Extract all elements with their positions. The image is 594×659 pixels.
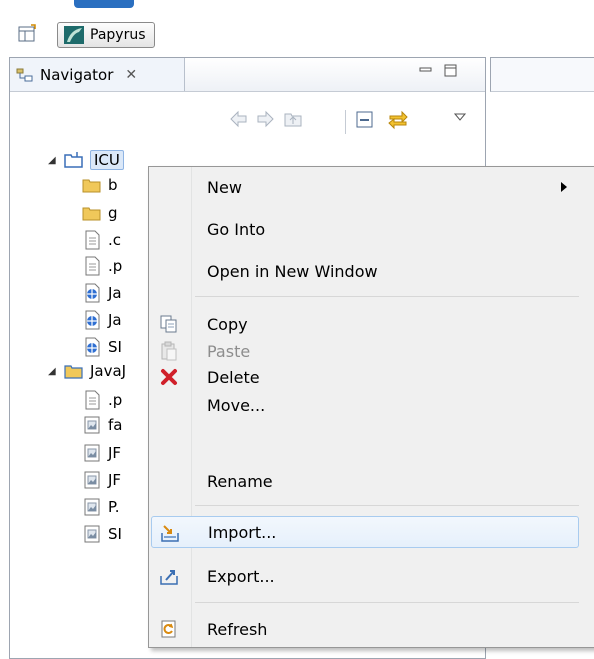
menu-item-label: Refresh (207, 619, 268, 639)
tree-item[interactable]: .c (82, 227, 121, 253)
tree-item-label: P. (108, 498, 120, 516)
tree-item[interactable]: ◢ ICU (48, 147, 124, 173)
menu-item-label: New (207, 177, 242, 197)
tree-item-label: Ja (108, 311, 122, 329)
title-accent (74, 0, 134, 8)
close-icon[interactable]: ✕ (125, 67, 137, 83)
tree-item-label: JF (108, 444, 122, 462)
papyrus-icon (64, 26, 84, 44)
delete-icon (161, 369, 177, 385)
tree-item[interactable]: JF (82, 467, 121, 493)
menu-separator (195, 505, 579, 506)
tree-item-label: JavaJ (90, 362, 127, 380)
tree-item-label: Ja (108, 284, 122, 302)
expanded-arrow-icon[interactable]: ◢ (48, 366, 58, 377)
tree-item-label: b (108, 176, 118, 194)
menu-item-refresh[interactable]: Refresh (151, 613, 579, 645)
export-icon (160, 570, 178, 585)
image-file-icon (84, 416, 100, 434)
perspective-papyrus-button[interactable]: Papyrus (57, 22, 155, 48)
tree-item[interactable]: ◢ JavaJ (48, 358, 126, 384)
file-icon (85, 230, 100, 250)
navigator-icon (16, 68, 33, 81)
menu-item-import[interactable]: Import... (151, 516, 579, 548)
menu-item-label: Copy (207, 314, 248, 334)
menu-item-label: Move... (207, 395, 266, 415)
maximize-icon[interactable] (444, 64, 458, 78)
menu-item-label: Open in New Window (207, 261, 378, 281)
perspective-label: Papyrus (90, 27, 146, 43)
submenu-arrow-icon (561, 182, 567, 192)
menu-item-label: Delete (207, 367, 260, 387)
context-menu: New Go Into Open in New Window Copy Past… (148, 166, 594, 648)
image-file-icon (84, 444, 100, 462)
folder-icon (82, 179, 101, 193)
paste-icon (161, 341, 177, 361)
tree-item-label: .p (108, 391, 123, 409)
tab-label: Navigator (40, 65, 114, 84)
tree-item-label: SI (108, 525, 122, 543)
import-icon (161, 525, 179, 542)
file-icon (85, 256, 100, 276)
java-file-icon (85, 337, 100, 357)
tree-item[interactable]: .p (82, 387, 122, 413)
file-icon (85, 390, 100, 410)
tree-item[interactable]: SI (82, 521, 122, 547)
up-folder-icon[interactable] (282, 108, 304, 130)
java-file-icon (85, 283, 100, 303)
menu-item-label: Paste (207, 341, 251, 361)
tree-item[interactable]: P. (82, 494, 119, 520)
project-folder-icon (64, 152, 83, 168)
folder-icon (82, 207, 101, 221)
tree-item[interactable]: fa (82, 412, 122, 438)
tree-item-label: .p (108, 257, 123, 275)
tree-item-label: SI (108, 338, 122, 356)
tree-item[interactable]: b (82, 172, 118, 198)
menu-item-rename[interactable]: Rename (151, 465, 579, 497)
tree-item[interactable]: Ja (82, 280, 122, 306)
menu-item-go-into[interactable]: Go Into (151, 213, 579, 245)
editor-area-tab (490, 57, 594, 92)
menu-item-export[interactable]: Export... (151, 560, 579, 592)
menu-item-label: Export... (207, 566, 275, 586)
navigator-tabbar: Navigator ✕ (10, 58, 485, 92)
tree-item[interactable]: JF (82, 440, 121, 466)
forward-arrow-icon[interactable] (254, 108, 276, 130)
open-perspective-icon[interactable] (18, 24, 38, 44)
link-with-editor-icon[interactable] (387, 108, 409, 130)
tree-item[interactable]: SI (82, 334, 122, 360)
copy-icon (160, 315, 177, 333)
tree-item-label: .c (108, 231, 122, 249)
minimize-icon[interactable] (419, 64, 433, 78)
expanded-arrow-icon[interactable]: ◢ (48, 155, 58, 166)
tree-item[interactable]: g (82, 200, 118, 226)
menu-separator (195, 296, 579, 297)
toolbar-separator (345, 110, 346, 134)
menu-item-new[interactable]: New (151, 171, 579, 203)
tree-item[interactable]: .p (82, 253, 122, 279)
tree-item-label: JF (108, 471, 122, 489)
menu-item-open-in-new-window[interactable]: Open in New Window (151, 255, 579, 287)
image-file-icon (84, 525, 100, 543)
menu-item-move[interactable]: Move... (151, 389, 579, 421)
image-file-icon (84, 498, 100, 516)
tree-item-label: fa (108, 416, 123, 434)
refresh-icon (161, 620, 176, 638)
menu-item-label: Go Into (207, 219, 266, 239)
view-menu-icon[interactable] (454, 112, 466, 122)
java-file-icon (85, 310, 100, 330)
collapse-all-icon[interactable] (354, 109, 376, 131)
tree-item-label: ICU (90, 150, 124, 170)
back-arrow-icon[interactable] (228, 108, 250, 130)
menu-item-label: Rename (207, 471, 273, 491)
tree-item[interactable]: Ja (82, 307, 122, 333)
menu-separator (195, 602, 579, 603)
tree-item-label: g (108, 204, 118, 222)
image-file-icon (84, 471, 100, 489)
menu-item-label: Import... (208, 522, 277, 542)
tab-navigator[interactable]: Navigator ✕ (10, 58, 185, 91)
project-folder-icon (64, 365, 83, 379)
